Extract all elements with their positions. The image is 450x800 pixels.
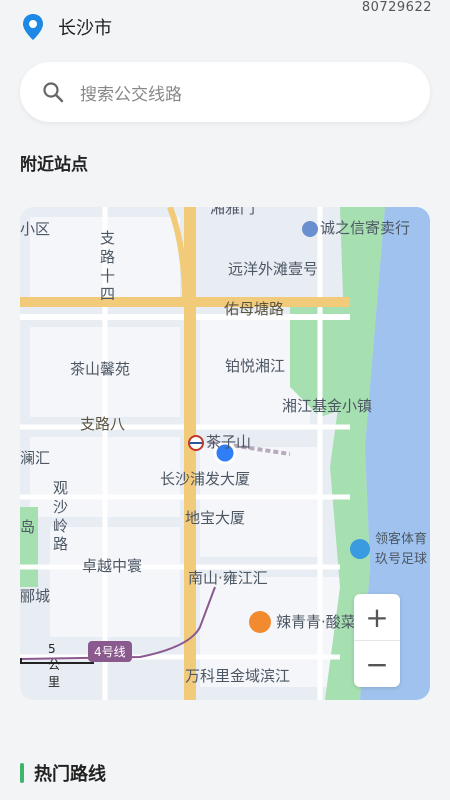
hot-routes-accent bbox=[20, 763, 24, 783]
nearby-stations-title: 附近站点 bbox=[20, 155, 88, 175]
hot-routes-header: 热门路线 bbox=[20, 760, 106, 786]
map-label-pufa: 长沙浦发大厦 bbox=[160, 470, 251, 488]
map-scale-line bbox=[20, 658, 94, 664]
hot-routes-title: 热门路线 bbox=[34, 764, 106, 785]
map-label-yucheng: 郦城 bbox=[20, 587, 51, 605]
map-label-chazishan-station[interactable]: 茶子山 bbox=[206, 435, 251, 450]
map-label-zhilu-8: 支路八 bbox=[80, 415, 126, 433]
map-label-yuanyang: 远洋外滩壹号 bbox=[228, 260, 319, 278]
bus-home-page: 80729622 长沙市 搜索公交线路 附近站点 小区 湘雅门 诚之信寄卖行 支… bbox=[0, 0, 450, 800]
device-id-text: 80729622 bbox=[361, 0, 432, 15]
map-label-wankeli: 万科里金域滨江 bbox=[185, 667, 291, 685]
map-label-chashan-xinyuan: 茶山馨苑 bbox=[70, 360, 131, 378]
map-label-nanshan: 南山·雍江汇 bbox=[188, 569, 268, 587]
zoom-in-button[interactable]: + bbox=[354, 594, 400, 640]
map-label-lingke: 领客体育 bbox=[375, 532, 428, 547]
zoom-out-button[interactable]: − bbox=[354, 641, 400, 687]
map-label-xiangjiang-jinxiao: 湘江基金小镇 bbox=[282, 397, 373, 415]
nearby-map[interactable]: 小区 湘雅门 诚之信寄卖行 支路十四 远洋外滩壹号 佑母塘路 茶山馨苑 铂悦湘江… bbox=[20, 207, 430, 700]
map-label-guanshaling-road: 观沙岭路 bbox=[53, 479, 69, 554]
search-bar[interactable]: 搜索公交线路 bbox=[20, 62, 430, 122]
map-label-top-road: 湘雅门 bbox=[210, 207, 256, 217]
map-zoom-control: + − bbox=[354, 594, 400, 687]
map-label-dao: 岛 bbox=[20, 518, 36, 536]
map-label-jiuhao: 玖号足球 bbox=[375, 552, 428, 567]
map-label-zhuoyue: 卓越中寰 bbox=[82, 557, 143, 575]
city-name: 长沙市 bbox=[58, 18, 112, 39]
map-label-zhilu-14: 支路十四 bbox=[100, 229, 116, 304]
map-scale-text: 5公里 bbox=[48, 642, 61, 689]
location-pin-icon bbox=[23, 14, 43, 40]
map-label-laqingqing: 辣青青·酸菜 bbox=[276, 613, 356, 631]
map-label-youmu-road: 佑母塘路 bbox=[224, 300, 285, 318]
search-icon bbox=[43, 82, 64, 103]
map-label-boyue: 铂悦湘江 bbox=[225, 357, 286, 375]
search-placeholder: 搜索公交线路 bbox=[80, 84, 182, 105]
map-label-district: 小区 bbox=[20, 220, 51, 238]
city-selector[interactable]: 长沙市 bbox=[22, 12, 112, 42]
map-label-dibao: 地宝大厦 bbox=[185, 509, 246, 527]
map-label-lanhui: 澜汇 bbox=[20, 449, 51, 467]
map-label-credit-shop: 诚之信寄卖行 bbox=[320, 219, 411, 237]
metro-line-badge: 4号线 bbox=[88, 641, 132, 662]
